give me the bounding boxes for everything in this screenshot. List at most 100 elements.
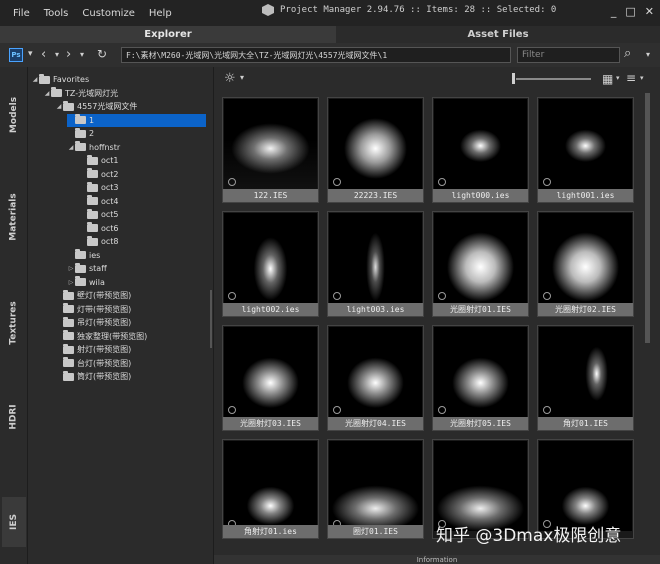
refresh-button[interactable]: ↻: [97, 47, 107, 61]
photoshop-icon[interactable]: Ps: [9, 48, 23, 62]
ies-preview-image: [539, 441, 632, 531]
tree-item-label: oct8: [101, 237, 119, 246]
maximize-button[interactable]: □: [625, 5, 635, 18]
forward-button[interactable]: ›: [66, 47, 71, 62]
tree-item[interactable]: oct4: [79, 195, 119, 208]
tree-item[interactable]: 筒灯(带预览图): [55, 370, 131, 383]
asset-thumbnail[interactable]: 22223.IES: [327, 97, 424, 203]
tree-item[interactable]: 1: [67, 113, 206, 127]
tree-item[interactable]: ◢ 4557光域网文件: [55, 100, 137, 113]
tree-item-label: 壁灯(带预览图): [77, 291, 132, 300]
tab-asset-files[interactable]: Asset Files: [336, 26, 660, 43]
tree-item[interactable]: ▷ staff: [67, 262, 107, 275]
folder-icon: [87, 181, 98, 192]
sort-dropdown-icon[interactable]: ▾: [640, 74, 644, 82]
folder-icon: [75, 114, 86, 124]
asset-thumbnail[interactable]: light002.ies: [222, 211, 319, 317]
ies-preview-image: [539, 99, 632, 189]
expand-caret-icon[interactable]: ◢: [55, 103, 63, 110]
expand-caret-icon[interactable]: ◢: [43, 90, 51, 97]
favorites-folder-icon: [39, 73, 50, 84]
light-preview-icon[interactable]: ☼: [224, 71, 236, 86]
menu-file[interactable]: File: [6, 8, 37, 19]
asset-thumbnail[interactable]: 122.IES: [222, 97, 319, 203]
expand-caret-icon[interactable]: ◢: [67, 144, 75, 151]
folder-icon: [63, 303, 74, 313]
search-dropdown-icon[interactable]: ▾: [646, 50, 650, 59]
asset-thumbnail[interactable]: 光圈射灯02.IES: [537, 211, 634, 317]
path-input[interactable]: F:\素材\M260-光域网\光域网大全\TZ-光域网灯光\4557光域网文件\…: [121, 47, 511, 63]
tree-item[interactable]: 射灯(带预览图): [55, 343, 131, 356]
menu-customize[interactable]: Customize: [75, 8, 142, 19]
minimize-button[interactable]: _: [611, 5, 617, 18]
thumbnail-size-slider[interactable]: [516, 78, 591, 80]
asset-thumbnail[interactable]: light001.ies: [537, 97, 634, 203]
history-dropdown-icon[interactable]: ▾: [55, 50, 59, 59]
tree-item-label: 吊灯(带预览图): [77, 318, 132, 327]
asset-thumbnail[interactable]: 角灯01.IES: [537, 325, 634, 431]
tree-item-label: 灯带(带预览图): [77, 304, 132, 314]
view-dropdown-icon[interactable]: ▾: [616, 74, 620, 82]
tree-item[interactable]: 台灯(带预览图): [55, 357, 131, 370]
rail-textures[interactable]: Textures: [2, 295, 26, 351]
expand-caret-icon[interactable]: ▷: [67, 279, 75, 286]
dropdown-icon[interactable]: ▾: [28, 49, 33, 59]
filter-input[interactable]: Filter: [517, 47, 620, 63]
folder-icon: [75, 127, 86, 138]
sort-icon[interactable]: ≡: [626, 71, 636, 85]
asset-thumbnail[interactable]: 光圈射灯03.IES: [222, 325, 319, 431]
tree-item[interactable]: 独家整理(带预览图): [55, 330, 147, 343]
tree-item[interactable]: ◢ TZ-光域网灯光: [43, 87, 118, 100]
tree-item[interactable]: oct3: [79, 181, 119, 194]
asset-thumbnail[interactable]: 光圈射灯04.IES: [327, 325, 424, 431]
tree-item[interactable]: oct8: [79, 235, 119, 248]
rail-hdri[interactable]: HDRI: [2, 397, 26, 437]
vertical-scrollbar[interactable]: [644, 89, 652, 555]
tree-item[interactable]: oct5: [79, 208, 119, 221]
tree-item-label: 4557光域网文件: [77, 102, 138, 111]
rail-materials[interactable]: Materials: [2, 187, 26, 247]
tree-item[interactable]: ◢ hoffnstr: [67, 141, 120, 154]
close-button[interactable]: ✕: [645, 5, 654, 18]
tree-item[interactable]: 吊灯(带预览图): [55, 316, 131, 329]
rail-ies[interactable]: IES: [2, 497, 26, 547]
tree-item[interactable]: 灯带(带预览图): [55, 303, 131, 316]
tree-item[interactable]: oct1: [79, 154, 119, 167]
light-bulb-icon: [438, 178, 446, 186]
folder-icon: [63, 330, 74, 340]
asset-thumbnail[interactable]: 角射灯01.ies: [222, 439, 319, 539]
tree-item[interactable]: ◢ Favorites: [31, 73, 89, 86]
light-dropdown-icon[interactable]: ▾: [240, 73, 244, 82]
menu-help[interactable]: Help: [142, 8, 179, 19]
scrollbar-thumb[interactable]: [645, 93, 650, 343]
tree-item[interactable]: oct6: [79, 222, 119, 235]
tree-item[interactable]: 2: [67, 127, 94, 140]
tree-item[interactable]: ▷ wila: [67, 276, 105, 289]
tree-item[interactable]: ies: [67, 249, 100, 262]
folder-icon: [51, 87, 62, 97]
information-bar[interactable]: Information: [214, 555, 660, 564]
light-bulb-icon: [228, 406, 236, 414]
forward-dropdown-icon[interactable]: ▾: [80, 50, 84, 59]
grid-view-icon[interactable]: ▦: [602, 72, 613, 86]
tree-item[interactable]: 壁灯(带预览图): [55, 289, 131, 302]
slider-handle[interactable]: [512, 73, 515, 84]
asset-thumbnail[interactable]: 光圈射灯05.IES: [432, 325, 529, 431]
expand-caret-icon[interactable]: ◢: [31, 76, 39, 83]
asset-thumbnail[interactable]: 光圈射灯01.IES: [432, 211, 529, 317]
asset-thumbnail[interactable]: light003.ies: [327, 211, 424, 317]
search-icon[interactable]: ⌕: [624, 46, 631, 61]
tree-item-label: oct2: [101, 169, 119, 179]
tab-explorer[interactable]: Explorer: [0, 26, 336, 43]
expand-caret-icon[interactable]: ▷: [67, 265, 75, 272]
rail-models[interactable]: Models: [2, 91, 26, 139]
menu-bar: File Tools Customize Help: [0, 8, 179, 19]
tree-item-label: TZ-光域网灯光: [65, 88, 119, 98]
splitter-handle[interactable]: [210, 290, 212, 348]
tree-item-label: oct4: [101, 196, 119, 206]
back-button[interactable]: ‹: [41, 47, 46, 62]
tree-item[interactable]: oct2: [79, 168, 119, 181]
asset-thumbnail[interactable]: 圈灯01.IES: [327, 439, 424, 539]
asset-thumbnail[interactable]: light000.ies: [432, 97, 529, 203]
menu-tools[interactable]: Tools: [37, 8, 76, 19]
